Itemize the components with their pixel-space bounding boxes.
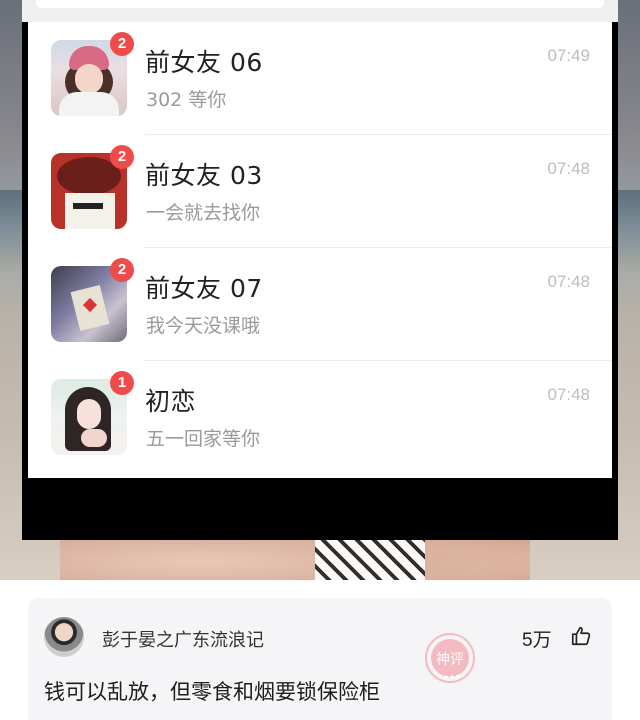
stamp-label: 神评 — [436, 652, 464, 668]
shenping-stamp-icon: 神评 — [425, 633, 475, 683]
like-count: 5万 — [522, 630, 552, 651]
chat-time: 07:48 — [547, 272, 590, 291]
chat-list: 2 前女友 06 302 等你 07:49 2 前女友 03 一会就去找你 07… — [28, 22, 612, 478]
video-subject-shorts — [315, 540, 425, 580]
chat-time: 07:48 — [547, 159, 590, 178]
chat-row[interactable]: 2 前女友 07 我今天没课哦 07:48 — [28, 248, 612, 361]
chat-name: 前女友 06 — [145, 48, 263, 77]
chat-last-message: 五一回家等你 — [146, 428, 261, 450]
chat-row[interactable]: 2 前女友 06 302 等你 07:49 — [28, 22, 612, 135]
comment-text: 钱可以乱放，但零食和烟要锁保险柜 — [44, 680, 380, 704]
top-comment-card[interactable]: 彭于晏之广东流浪记 神评 5万 钱可以乱放，但零食和烟要锁保险柜 — [28, 598, 612, 720]
chat-last-message: 我今天没课哦 — [146, 315, 261, 337]
commenter-username[interactable]: 彭于晏之广东流浪记 — [102, 626, 264, 652]
thumbs-up-icon[interactable] — [570, 625, 592, 647]
chat-name: 前女友 07 — [145, 274, 263, 303]
chat-name: 初恋 — [145, 387, 197, 416]
chat-last-message: 302 等你 — [146, 89, 227, 111]
unread-badge: 2 — [110, 145, 134, 169]
phone-top-strip — [22, 0, 618, 22]
chat-row[interactable]: 2 前女友 03 一会就去找你 07:48 — [28, 135, 612, 248]
unread-badge: 2 — [110, 32, 134, 56]
phone-screenshot: 2 前女友 06 302 等你 07:49 2 前女友 03 一会就去找你 07… — [22, 0, 618, 540]
commenter-avatar[interactable] — [44, 617, 84, 657]
chat-time: 07:49 — [547, 46, 590, 65]
search-bar-edge — [36, 0, 604, 8]
unread-badge: 1 — [110, 371, 134, 395]
chat-name: 前女友 03 — [145, 161, 263, 190]
unread-badge: 2 — [110, 258, 134, 282]
chat-row[interactable]: 1 初恋 五一回家等你 07:48 — [28, 361, 612, 474]
chat-time: 07:48 — [547, 385, 590, 404]
chat-last-message: 一会就去找你 — [146, 202, 261, 224]
